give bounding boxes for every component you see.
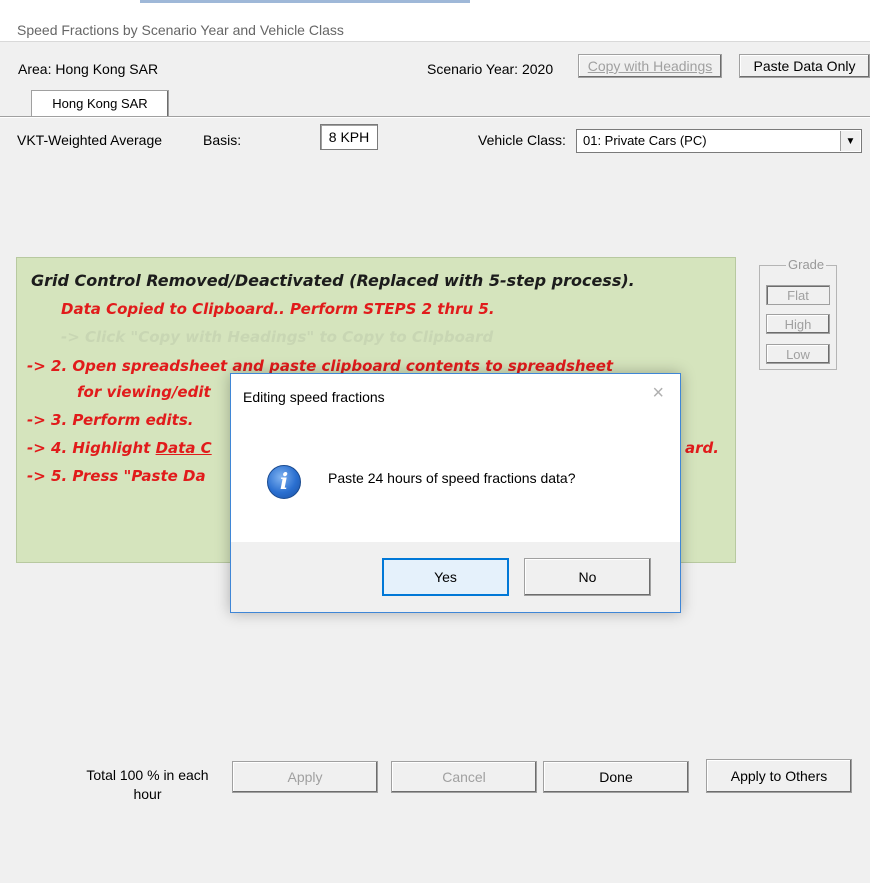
faded-text: -> Click "Copy with Headings" to Copy to… xyxy=(61,328,494,346)
confirm-dialog: Editing speed fractions × i Paste 24 hou… xyxy=(230,373,681,613)
done-button[interactable]: Done xyxy=(543,761,689,793)
dialog-message: Paste 24 hours of speed fractions data? xyxy=(328,470,576,486)
grade-low-button[interactable]: Low xyxy=(766,344,830,364)
window-title: Speed Fractions by Scenario Year and Veh… xyxy=(17,22,344,38)
paste-data-only-button[interactable]: Paste Data Only xyxy=(739,54,870,78)
yes-button[interactable]: Yes xyxy=(382,558,509,596)
apply-button[interactable]: Apply xyxy=(232,761,378,793)
area-label: Area: Hong Kong SAR xyxy=(18,61,159,77)
tab-divider-highlight xyxy=(0,117,870,118)
no-button[interactable]: No xyxy=(524,558,651,596)
grade-label: Grade xyxy=(786,257,827,272)
dialog-titlebar: Editing speed fractions × xyxy=(231,374,680,418)
basis-field[interactable]: 8 KPH xyxy=(320,124,378,150)
weighting-label: VKT-Weighted Average xyxy=(17,132,163,148)
chevron-down-icon: ▼ xyxy=(845,135,856,147)
step-2-continued-text: for viewing/edit xyxy=(77,383,211,401)
copy-with-headings-button[interactable]: Copy with Headings xyxy=(578,54,722,78)
title-accent-line xyxy=(140,0,470,3)
basis-label: Basis: xyxy=(203,132,242,148)
scenario-year-label: Scenario Year: 2020 xyxy=(427,61,554,77)
grade-flat-button[interactable]: Flat xyxy=(766,285,830,305)
step-4-start: -> 4. Highlight xyxy=(27,439,156,457)
dropdown-arrow-button[interactable]: ▼ xyxy=(840,131,860,151)
window-titlebar: Speed Fractions by Scenario Year and Veh… xyxy=(0,0,870,42)
cancel-button[interactable]: Cancel xyxy=(391,761,537,793)
dialog-body: i Paste 24 hours of speed fractions data… xyxy=(231,418,680,542)
tab-hong-kong-sar[interactable]: Hong Kong SAR xyxy=(31,90,169,116)
grade-groupbox: Grade Flat High Low xyxy=(759,257,837,370)
vehicle-class-label: Vehicle Class: xyxy=(478,132,566,148)
step-4-link: Data C xyxy=(155,439,212,457)
step-4-text: -> 4. Highlight Data C xyxy=(27,439,212,457)
grade-high-button[interactable]: High xyxy=(766,314,830,334)
information-icon: i xyxy=(267,465,301,499)
step-1-text: Data Copied to Clipboard.. Perform STEPS… xyxy=(61,300,495,318)
close-icon[interactable]: × xyxy=(652,382,664,405)
dialog-title: Editing speed fractions xyxy=(243,389,385,405)
step-4-end-text: ard. xyxy=(685,439,719,457)
vehicle-class-select[interactable]: 01: Private Cars (PC) ▼ xyxy=(576,129,862,153)
vehicle-class-value: 01: Private Cars (PC) xyxy=(583,133,707,148)
total-hint-label: Total 100 % in each hour xyxy=(86,767,209,802)
step-5-text: -> 5. Press "Paste Da xyxy=(27,467,206,485)
panel-heading: Grid Control Removed/Deactivated (Replac… xyxy=(31,271,635,290)
step-3-text: -> 3. Perform edits. xyxy=(27,411,194,429)
apply-to-others-button[interactable]: Apply to Others xyxy=(706,759,852,793)
